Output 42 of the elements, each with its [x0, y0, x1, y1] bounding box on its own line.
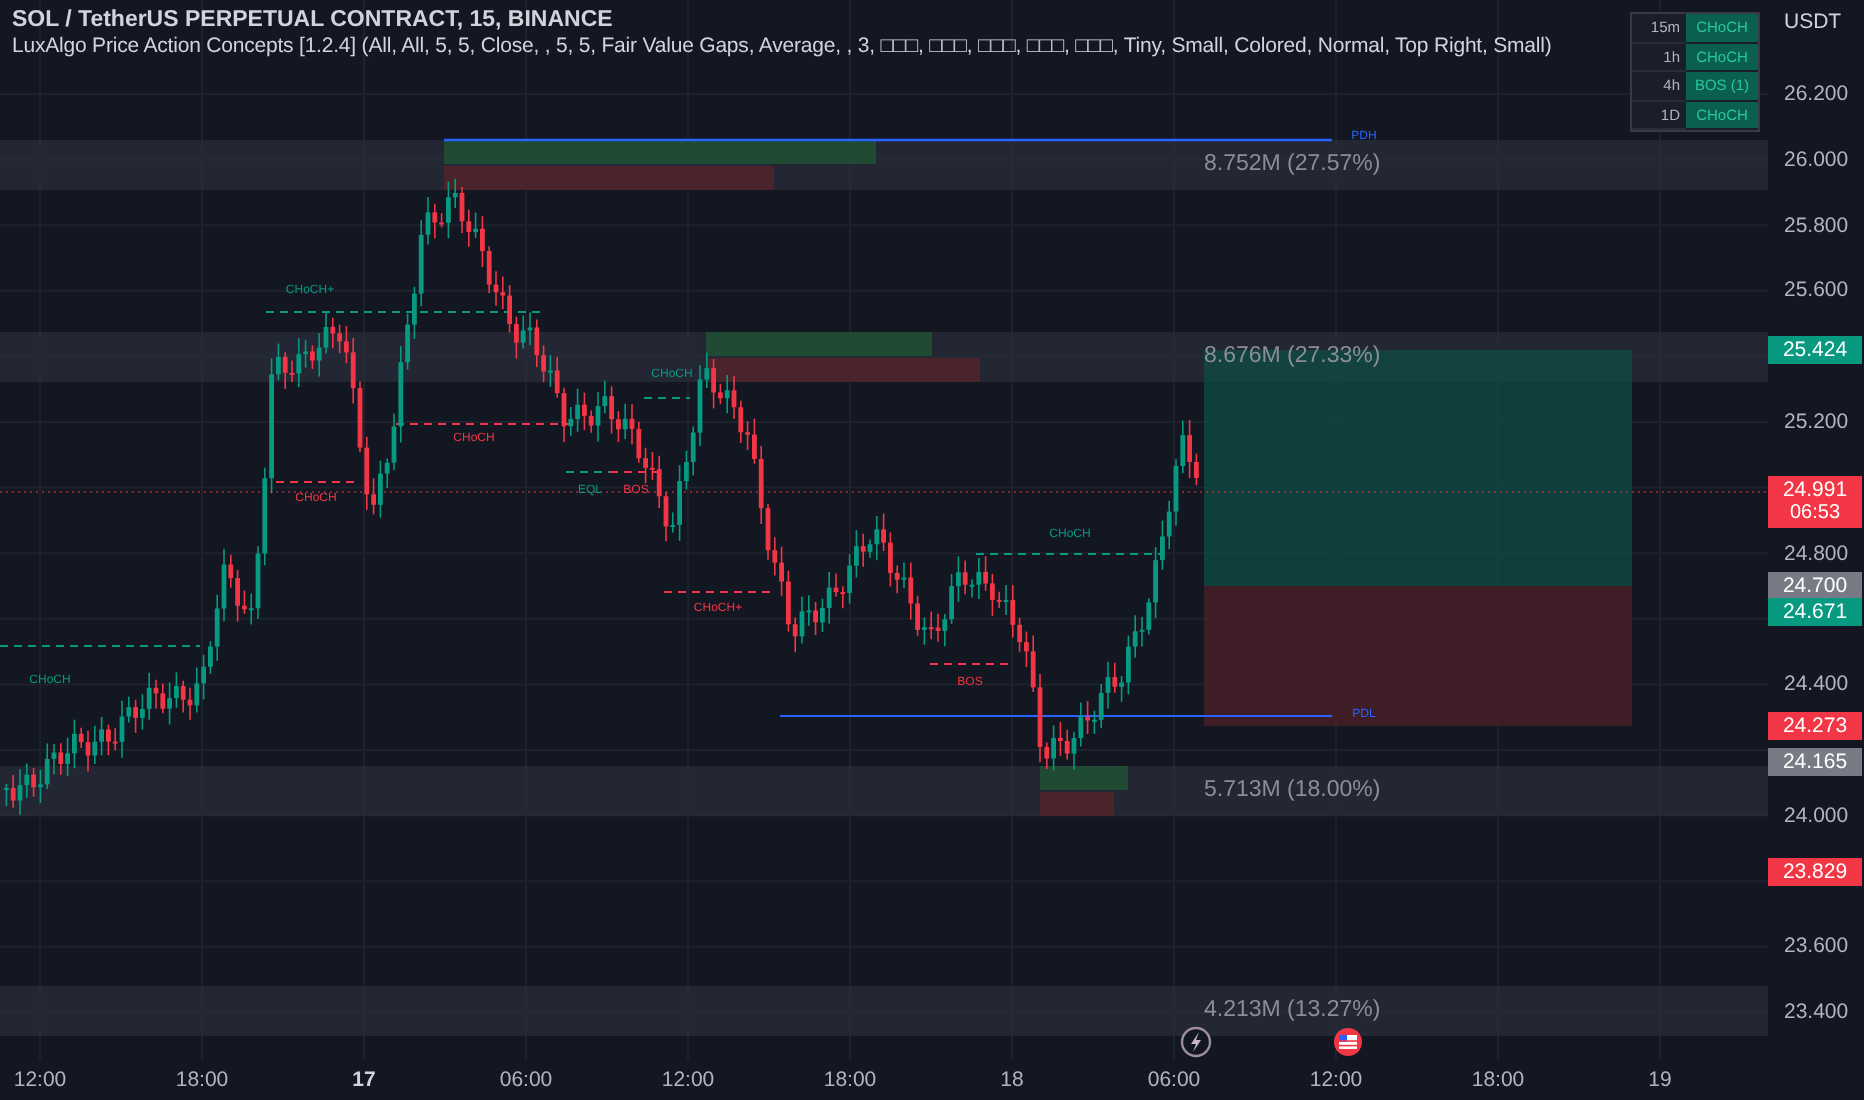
volume-label: 8.752M (27.57%)	[1204, 152, 1381, 176]
price-label: 24.700	[1768, 572, 1862, 600]
time-label: 12:00	[659, 1068, 717, 1092]
volume-bar	[1040, 792, 1114, 816]
structure-line	[929, 663, 1011, 665]
lightning-icon[interactable]	[1180, 1026, 1212, 1058]
indicator-label: LuxAlgo Price Action Concepts [1.2.4] (All, All, 5, 5, Close, , 5, 5, Fair Value Gaps, Average, , 3, □□□, □□□, □□□, □□□, □□□, Tiny, Small, Colored, Normal, Top Right, Small)	[12, 34, 1552, 58]
price-tick: 24.800	[1784, 539, 1849, 568]
structure-line	[663, 591, 771, 593]
price-label: 25.424	[1768, 336, 1862, 364]
price-tick: 26.200	[1784, 80, 1849, 108]
price-tick: 24.000	[1784, 801, 1849, 830]
time-label: 18:00	[821, 1068, 879, 1092]
price-tick: 25.800	[1784, 211, 1849, 240]
volume-label: 5.713M (18.00%)	[1204, 778, 1381, 802]
price-label: 24.671	[1768, 598, 1862, 626]
symbol-title: SOL / TetherUS PERPETUAL CONTRACT, 15, BINANCE	[12, 8, 615, 32]
time-label: 19	[1646, 1068, 1674, 1092]
structure-line	[643, 397, 691, 399]
price-tick: 25.600	[1784, 276, 1849, 305]
price-tick: 23.600	[1784, 932, 1849, 961]
time-label: 18:00	[173, 1068, 231, 1092]
time-label: 18	[998, 1068, 1026, 1092]
time-label: 06:00	[497, 1068, 555, 1092]
price-tick: 26.000	[1784, 145, 1849, 174]
price-tick: 25.200	[1784, 408, 1849, 436]
price-tick: 23.400	[1784, 998, 1849, 1027]
price-label: 24.165	[1768, 748, 1862, 776]
price-label: 24.273	[1768, 712, 1862, 740]
volume-bar	[1040, 766, 1128, 790]
price-label: 24.991 06:53	[1768, 476, 1862, 528]
currency-label: USDT	[1784, 10, 1842, 34]
volume-label: 4.213M (13.27%)	[1204, 998, 1381, 1022]
flag-icon[interactable]	[1334, 1028, 1362, 1056]
time-label: 12:00	[11, 1068, 69, 1092]
time-label: 18:00	[1469, 1068, 1527, 1092]
price-label: 23.829	[1768, 858, 1862, 886]
time-label: 17	[350, 1068, 378, 1092]
time-label: 06:00	[1145, 1068, 1203, 1092]
price-tick: 24.400	[1784, 670, 1849, 699]
volume-label: 8.676M (27.33%)	[1204, 344, 1381, 368]
time-label: 12:00	[1307, 1068, 1365, 1092]
